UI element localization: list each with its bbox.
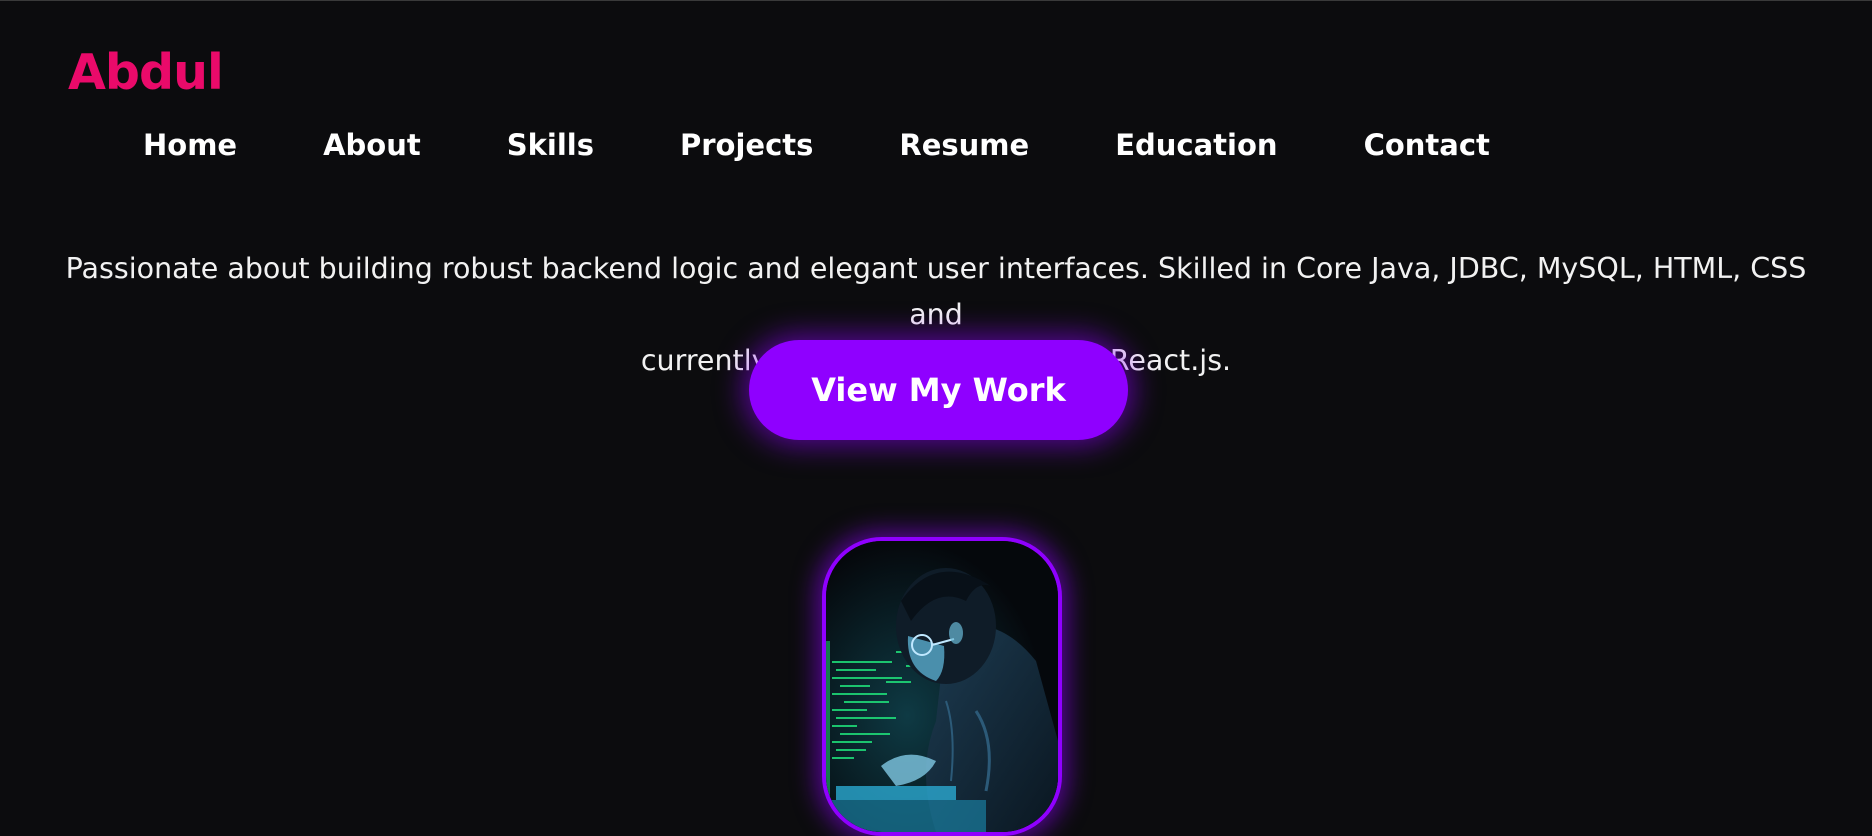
nav-about[interactable]: About xyxy=(323,127,421,163)
profile-avatar xyxy=(822,537,1062,836)
tagline-line-1: Passionate about building robust backend… xyxy=(65,252,1807,331)
nav-education[interactable]: Education xyxy=(1115,127,1277,163)
site-logo[interactable]: Abdul xyxy=(68,48,224,97)
main-nav: Home About Skills Projects Resume Educat… xyxy=(143,127,1490,163)
view-my-work-button[interactable]: View My Work xyxy=(749,340,1128,440)
nav-contact[interactable]: Contact xyxy=(1364,127,1490,163)
coder-illustration-icon xyxy=(826,541,1058,832)
nav-home[interactable]: Home xyxy=(143,127,237,163)
nav-resume[interactable]: Resume xyxy=(899,127,1029,163)
top-border xyxy=(0,0,1872,1)
nav-projects[interactable]: Projects xyxy=(680,127,813,163)
nav-skills[interactable]: Skills xyxy=(507,127,594,163)
